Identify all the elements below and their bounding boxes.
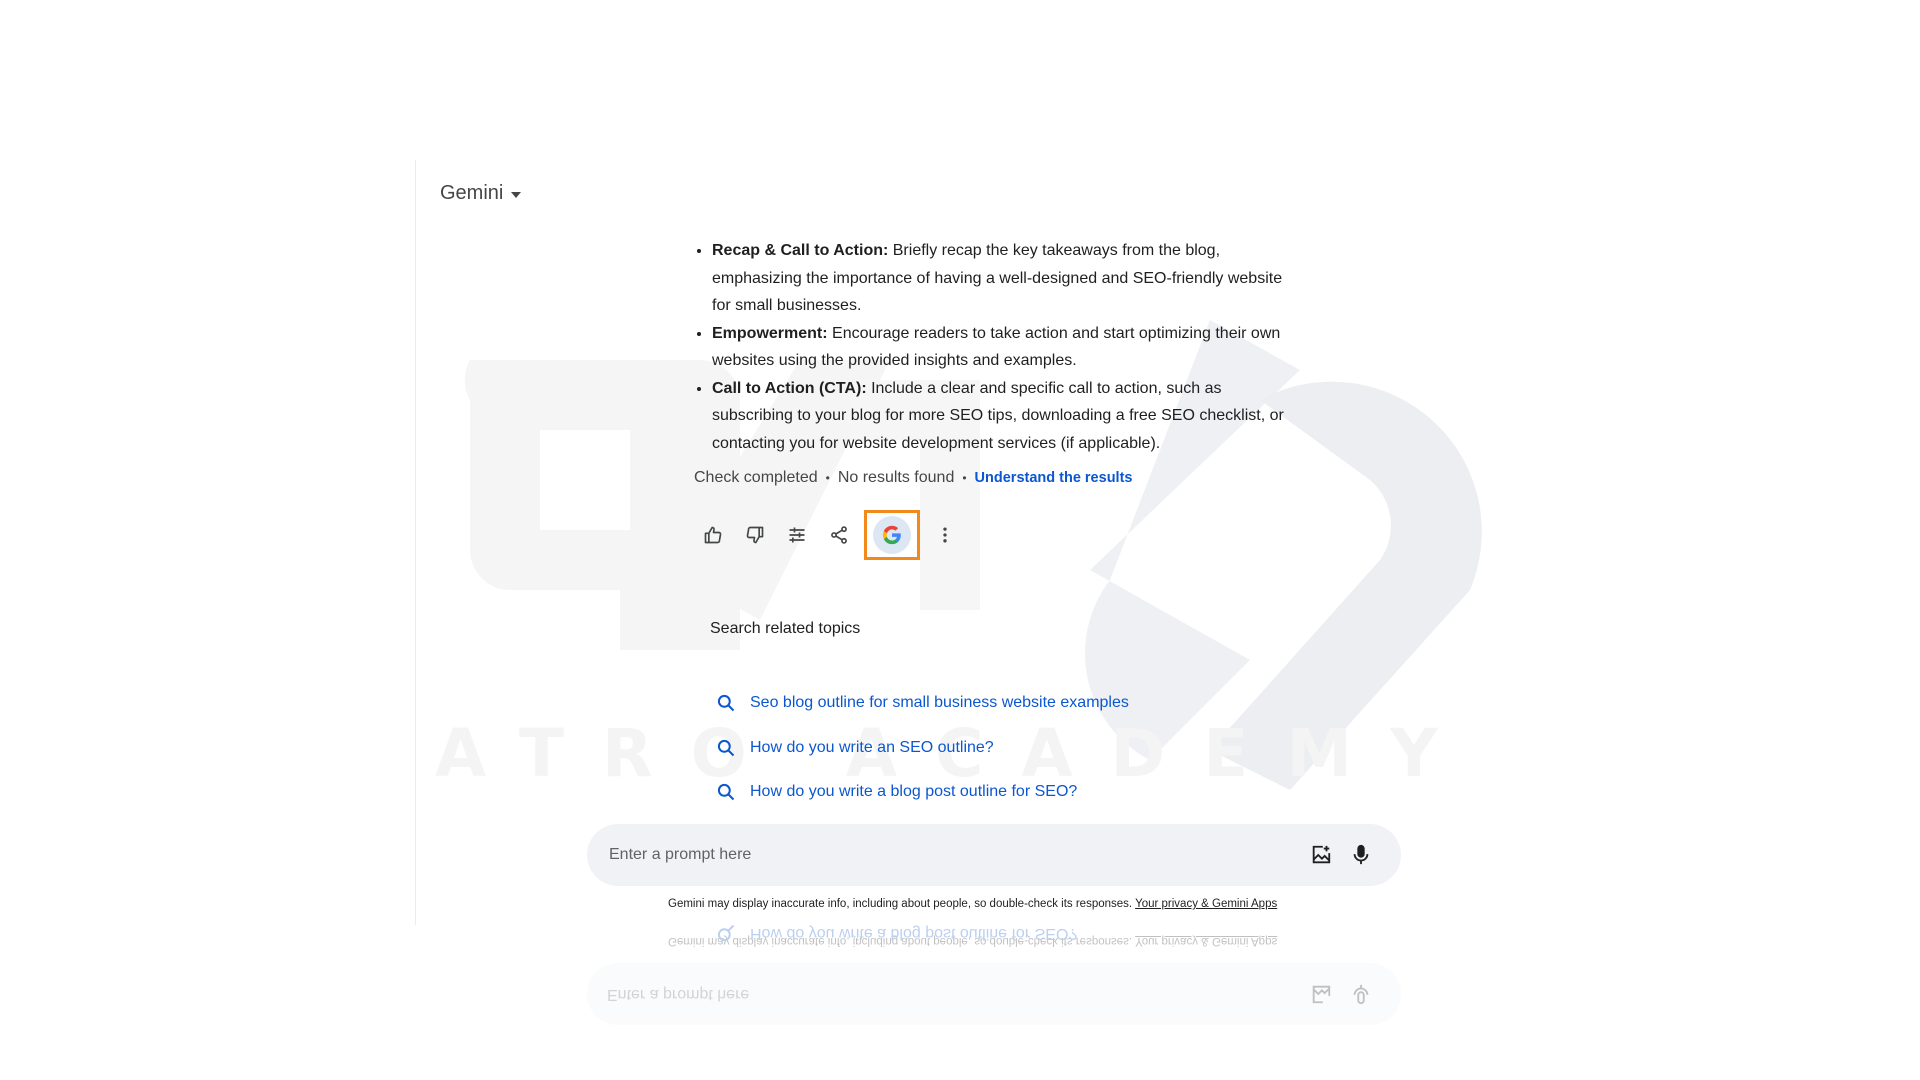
- separator: •: [962, 471, 967, 485]
- related-topic-label: How do you write a blog post outline for…: [750, 783, 1078, 801]
- disclaimer-text: Gemini may display inaccurate info, incl…: [668, 898, 1133, 910]
- reflection-privacy-link: Your privacy & Gemini Apps: [1135, 935, 1278, 947]
- share-icon: [831, 526, 847, 544]
- microphone-icon: [1353, 984, 1369, 1005]
- disclaimer: Gemini may display inaccurate info, incl…: [668, 898, 1277, 910]
- reflection-disclaimer-text: Gemini may display inaccurate info, incl…: [668, 935, 1133, 947]
- model-name: Gemini: [440, 182, 504, 204]
- reflection-related-label: How do you write a blog post outline for…: [750, 925, 1078, 942]
- search-icon: [717, 695, 735, 712]
- bullet-title: Recap & Call to Action:: [712, 242, 889, 259]
- related-topics-list: Seo blog outline for small business webs…: [716, 681, 1129, 815]
- reflection-image-icon-wrap: [1301, 974, 1341, 1014]
- reflection: Gemini may display inaccurate info, incl…: [0, 925, 1920, 1080]
- add-image-icon: [1312, 985, 1331, 1004]
- modify-icon: [789, 527, 805, 543]
- check-status: Check completed: [694, 469, 818, 486]
- related-topic-item[interactable]: Seo blog outline for small business webs…: [716, 681, 1129, 726]
- thumbs-up-button[interactable]: [692, 514, 734, 556]
- microphone-button[interactable]: [1341, 835, 1381, 875]
- privacy-link[interactable]: Your privacy & Gemini Apps: [1135, 898, 1277, 910]
- model-picker[interactable]: Gemini: [440, 182, 522, 205]
- thumbs-up-icon: [704, 526, 722, 544]
- bullet-title: Call to Action (CTA):: [712, 379, 867, 397]
- related-topics-title: Search related topics: [710, 620, 861, 637]
- understand-results-link[interactable]: Understand the results: [975, 470, 1133, 486]
- reflection-prompt-bar: Enter a prompt here: [587, 963, 1401, 1025]
- reflection-related-item: How do you write a blog post outline for…: [716, 925, 1077, 943]
- list-item: Empowerment: Encourage readers to take a…: [712, 320, 1294, 375]
- add-image-icon: [1312, 845, 1331, 864]
- separator: •: [825, 471, 830, 485]
- caret-down-icon: [511, 191, 522, 198]
- bullet-title: Empowerment:: [712, 324, 828, 342]
- search-icon: [717, 739, 735, 756]
- related-topic-item[interactable]: How do you write an SEO outline?: [716, 726, 1129, 771]
- reflection-prompt-placeholder: Enter a prompt here: [607, 986, 750, 1003]
- google-check-icon: [882, 525, 901, 545]
- prompt-bar: [587, 824, 1401, 886]
- response-actions: [692, 510, 966, 560]
- modify-response-button[interactable]: [776, 514, 818, 556]
- response-body: Recap & Call to Action: Briefly recap th…: [694, 237, 1294, 457]
- search-icon: [717, 925, 735, 942]
- reflection-content: Gemini may display inaccurate info, incl…: [0, 925, 1920, 1080]
- thumbs-down-button[interactable]: [734, 514, 776, 556]
- double-check-status: Check completed • No results found • Und…: [694, 469, 1132, 487]
- related-topic-label: Seo blog outline for small business webs…: [750, 694, 1129, 712]
- list-item: Call to Action (CTA): Include a clear an…: [712, 375, 1294, 458]
- reflection-mic-icon-wrap: [1341, 974, 1381, 1014]
- prompt-input[interactable]: [607, 845, 1301, 865]
- reflection-disclaimer: Gemini may display inaccurate info, incl…: [668, 935, 1277, 947]
- response-list: Recap & Call to Action: Briefly recap th…: [694, 237, 1294, 457]
- google-check-button[interactable]: [873, 516, 911, 554]
- upload-image-button[interactable]: [1301, 835, 1341, 875]
- related-topic-item[interactable]: How do you write a blog post outline for…: [716, 770, 1129, 815]
- share-button[interactable]: [818, 514, 860, 556]
- more-vert-icon: [943, 527, 947, 543]
- related-topic-label: How do you write an SEO outline?: [750, 738, 994, 756]
- screen: ATRO ACADEMY Gemini Recap & Call to Acti…: [0, 0, 1920, 1080]
- thumbs-down-icon: [746, 526, 764, 544]
- search-icon: [717, 784, 735, 801]
- list-item: Recap & Call to Action: Briefly recap th…: [712, 237, 1294, 320]
- more-options-button[interactable]: [924, 514, 966, 556]
- microphone-icon: [1353, 844, 1369, 865]
- results-status: No results found: [837, 469, 955, 486]
- google-check-highlight: [864, 510, 920, 560]
